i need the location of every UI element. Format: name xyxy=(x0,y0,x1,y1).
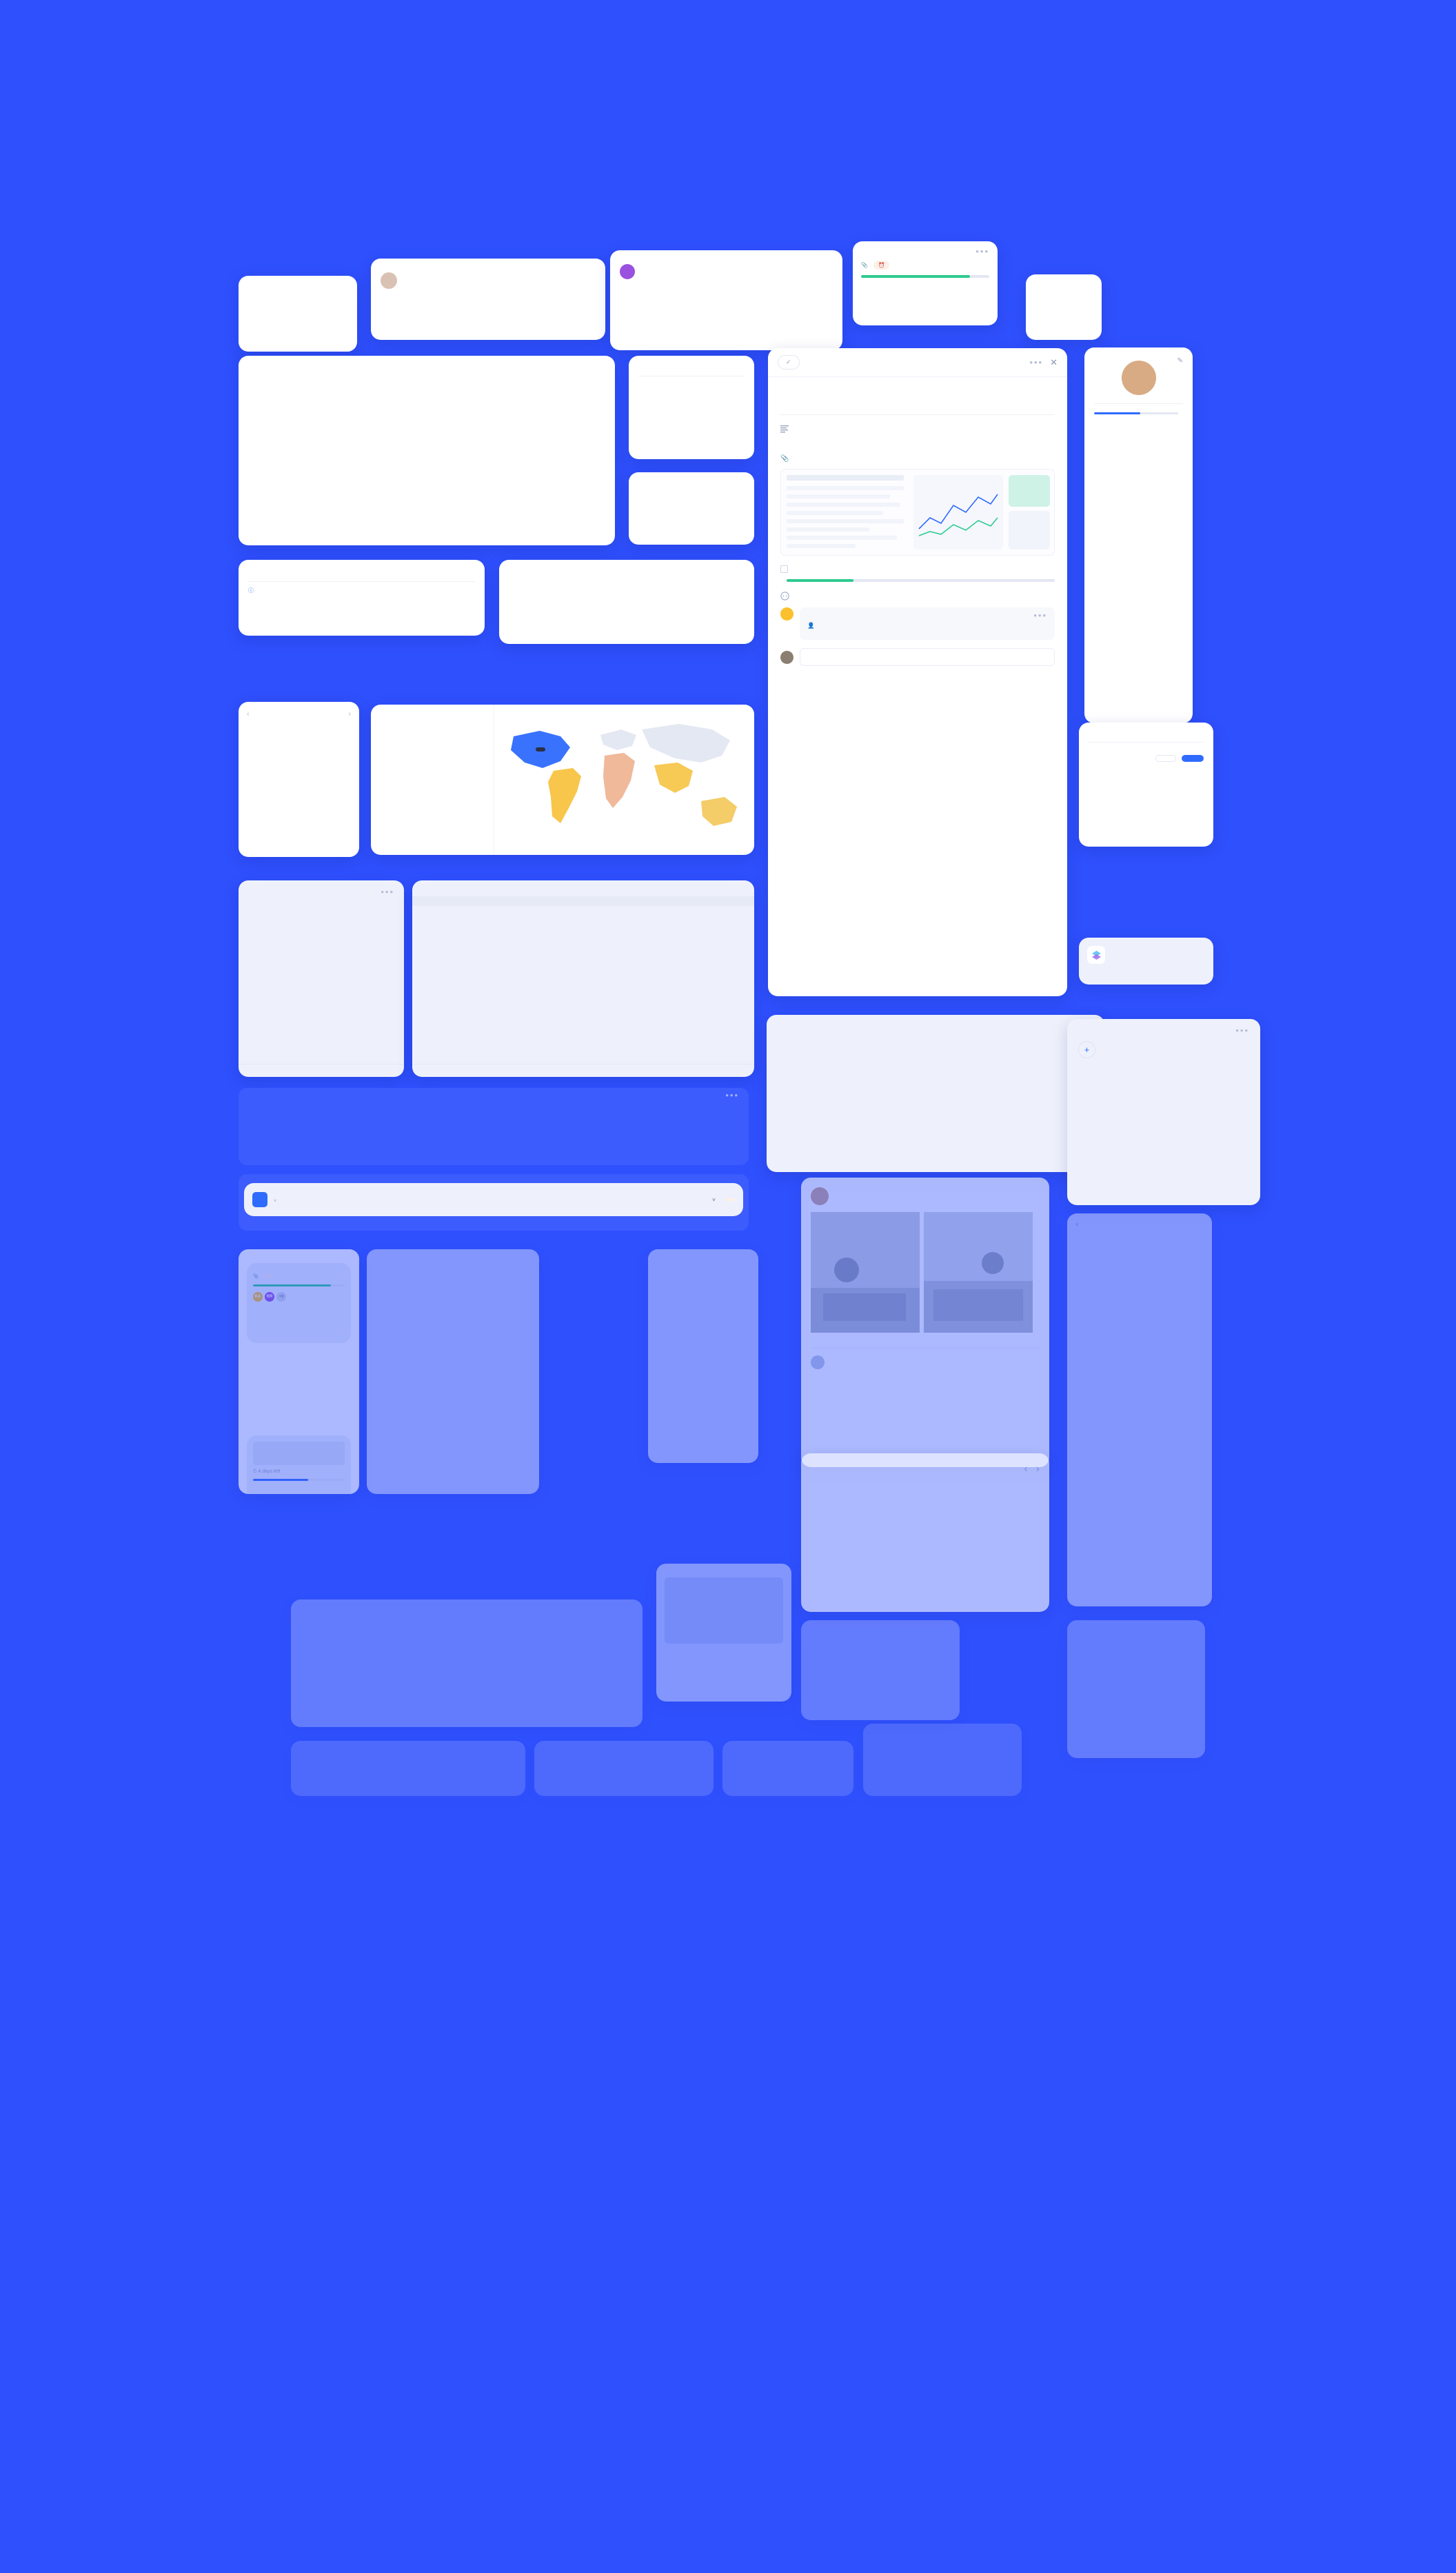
more-options-icon[interactable]: ••• xyxy=(1033,611,1047,620)
close-icon[interactable]: ✕ xyxy=(1050,357,1058,368)
sales-report-card xyxy=(499,560,754,644)
notes-card xyxy=(648,1249,758,1463)
earnings-history-card xyxy=(767,1015,1104,1172)
more-options-icon[interactable]: ••• xyxy=(1029,358,1043,367)
mark-complete-button[interactable]: ✓ xyxy=(778,355,800,370)
avatar xyxy=(1121,361,1156,395)
avatar-initials xyxy=(780,607,793,620)
sales-kpi-card xyxy=(239,276,357,352)
transaction-table-header xyxy=(412,896,754,906)
rush-project-card[interactable]: 📎 KA RR +3 xyxy=(247,1263,351,1343)
recommended-panel: ˅ ˅ xyxy=(239,1174,749,1231)
suggested-project-card xyxy=(656,1564,791,1702)
decorative-card-2 xyxy=(801,1620,960,1720)
average-total-sales-card: ⓘ xyxy=(239,560,485,636)
next-month-button[interactable]: › xyxy=(1036,1463,1040,1475)
risk-badge xyxy=(725,1198,735,1201)
stories-card: ••• + xyxy=(1067,1019,1260,1205)
map-tooltip xyxy=(536,747,545,751)
holdings-dropdown[interactable]: ˅ xyxy=(712,1196,716,1203)
edit-icon[interactable]: ✎ xyxy=(1177,357,1183,365)
plus-icon[interactable]: + xyxy=(1078,1041,1095,1058)
days-left-badge: ⏰ xyxy=(873,261,890,270)
footer-tagline xyxy=(0,2337,1456,2360)
prev-month-button[interactable]: ‹ xyxy=(1024,1463,1027,1475)
decorative-card-1 xyxy=(291,1600,643,1727)
attachment-icon: 📎 xyxy=(780,455,789,463)
studio-logo-icon xyxy=(1087,946,1105,964)
attachment-count: 📎 xyxy=(861,262,868,268)
more-options-icon[interactable]: ••• xyxy=(975,247,989,256)
decorative-card-6 xyxy=(722,1741,853,1796)
next-year-button[interactable]: › xyxy=(348,710,351,718)
info-icon: ⓘ xyxy=(248,587,254,594)
prev-year-button[interactable]: ‹ xyxy=(247,710,250,718)
decorative-card-4 xyxy=(291,1741,525,1796)
fund-category[interactable]: ˅ xyxy=(274,1198,276,1204)
task-detail-panel: ✓ ••• ✕ 📎 ••• 👤 xyxy=(768,348,1067,996)
cancel-button[interactable] xyxy=(1155,755,1176,762)
pending-panel: ••• xyxy=(239,1088,749,1165)
transaction-history-card xyxy=(412,880,754,1077)
sales-figures-chart-card xyxy=(239,356,615,545)
decorative-card-3 xyxy=(1067,1620,1205,1758)
attachment-preview[interactable] xyxy=(780,469,1055,556)
world-map xyxy=(494,705,754,855)
post-image-2 xyxy=(924,1212,1033,1333)
new-customers-card: ••• xyxy=(239,880,404,1077)
rush-secondary-card[interactable]: ⏱ 4 days left xyxy=(247,1435,351,1494)
social-post-card xyxy=(801,1178,1049,1467)
chevron-down-icon: ˅ xyxy=(274,1197,277,1204)
checkoff-notification-card xyxy=(610,250,842,350)
chevron-down-icon: ˅ xyxy=(1075,1222,1079,1228)
post-image-1 xyxy=(811,1212,920,1333)
create-story-row[interactable]: + xyxy=(1078,1041,1249,1058)
new-orders-card xyxy=(1026,274,1102,340)
recommended-row[interactable]: ˅ ˅ xyxy=(244,1183,743,1216)
avatar xyxy=(381,272,397,289)
inbox-card: ˅ xyxy=(1067,1213,1212,1606)
email-search-form xyxy=(1079,723,1213,847)
pending-row-list xyxy=(239,1098,749,1106)
tasklist-icon xyxy=(780,565,788,573)
calendar-card: ‹ › xyxy=(801,1453,1049,1612)
avatar-initials xyxy=(620,264,635,279)
post-images xyxy=(811,1212,1040,1333)
comment-icon xyxy=(780,592,789,601)
visitors-card xyxy=(629,472,754,545)
search-button[interactable] xyxy=(1182,755,1204,762)
activity-card xyxy=(367,1249,539,1494)
rush-card: 📎 KA RR +3 ⏱ 4 days left xyxy=(239,1249,359,1494)
comment-notification-card xyxy=(371,259,605,340)
project-progress-card: ••• 📎 ⏰ xyxy=(853,241,998,325)
avatar xyxy=(780,650,793,664)
profile-card: ✎ xyxy=(1084,347,1193,723)
fund-rank-badge xyxy=(252,1192,267,1207)
visitors-donut-card: ‹ › xyxy=(239,702,359,857)
more-options-icon[interactable]: ••• xyxy=(381,887,394,896)
comment-input[interactable] xyxy=(800,648,1055,666)
inbox-filter[interactable]: ˅ xyxy=(1075,1222,1079,1228)
presentation-page: ••• 📎 ⏰ ✓ ••• ✕ 📎 ••• 👤 ✎ ⓘ ‹ › ••• ••• … xyxy=(0,0,1456,2573)
recommended-title xyxy=(239,1174,749,1179)
decorative-card-7 xyxy=(863,1724,1022,1796)
rate-metrics-card xyxy=(629,356,754,459)
avatar xyxy=(811,1355,825,1369)
decorative-card-5 xyxy=(534,1741,714,1796)
retail-locations-card xyxy=(371,705,754,855)
studio-card xyxy=(1079,938,1213,985)
avatar xyxy=(811,1187,829,1205)
description-icon xyxy=(780,425,789,433)
chevron-down-icon: ˅ xyxy=(712,1196,716,1203)
more-options-icon[interactable]: ••• xyxy=(1235,1026,1249,1035)
more-options-icon[interactable]: ••• xyxy=(725,1091,739,1100)
